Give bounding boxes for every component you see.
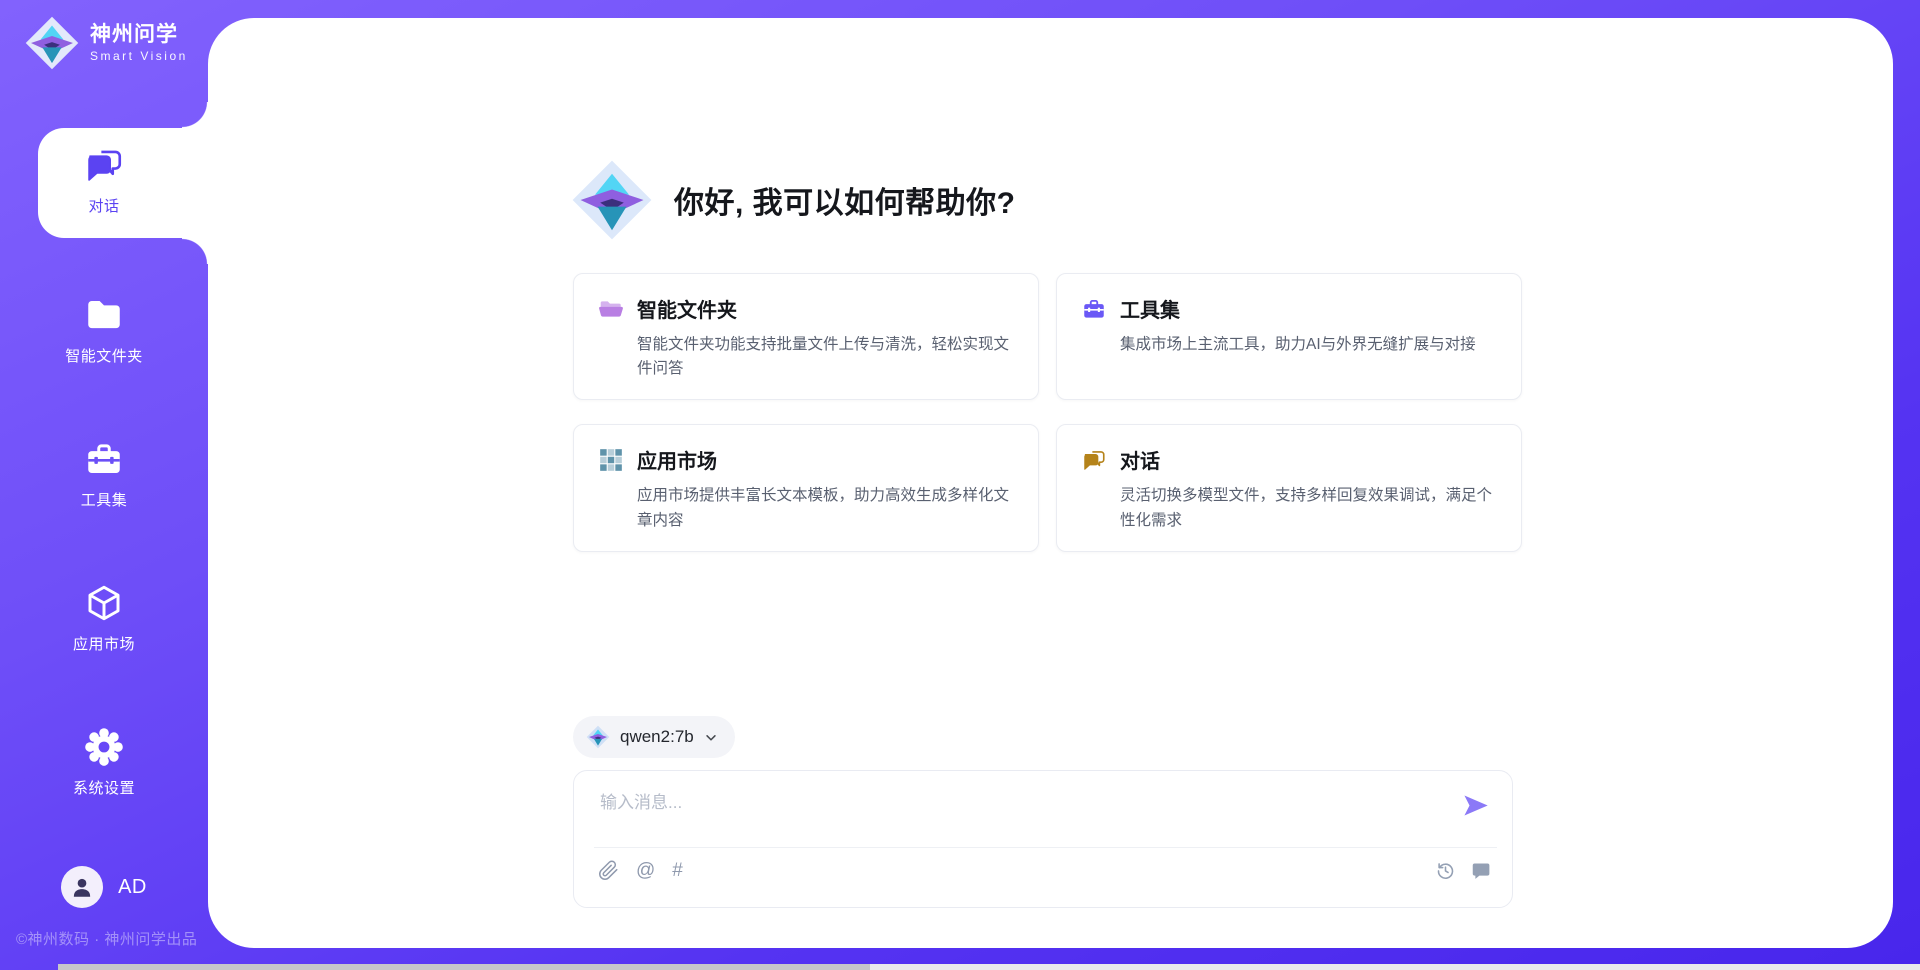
feature-card-smart-folder[interactable]: 智能文件夹 智能文件夹功能支持批量文件上传与清洗，轻松实现文件问答 [573,273,1039,400]
send-button[interactable] [1460,790,1491,821]
card-title: 应用市场 [637,445,717,474]
card-title: 智能文件夹 [637,294,737,323]
sidebar-item-smart-folder[interactable]: 智能文件夹 [0,294,208,366]
card-title: 工具集 [1120,294,1180,323]
sidebar-item-label: 系统设置 [73,777,135,798]
composer-divider [594,847,1497,848]
brand-diamond-icon [24,15,80,71]
toolbox-icon [83,438,125,480]
card-description: 灵活切换多模型文件，支持多样回复效果调试，满足个性化需求 [1120,484,1497,532]
chevron-down-icon [704,731,718,745]
brand-name: 神州问学 [90,23,188,47]
chat-icon [83,144,125,186]
sidebar-item-label: 对话 [88,195,119,216]
sidebar-item-chat[interactable]: 对话 [0,144,208,216]
grid-cube-icon [598,447,624,473]
feature-cards: 智能文件夹 智能文件夹功能支持批量文件上传与清洗，轻松实现文件问答 工具集 集成… [573,273,1522,552]
sidebar: 神州问学 Smart Vision 对话 智能文件夹 [0,0,208,970]
brand: 神州问学 Smart Vision [24,15,188,71]
avatar [61,866,103,908]
sidebar-item-settings[interactable]: 系统设置 [0,726,208,798]
active-tab-fillet-bottom [182,238,208,264]
feature-card-app-market[interactable]: 应用市场 应用市场提供丰富长文本模板，助力高效生成多样化文章内容 [573,424,1039,551]
app-window: 神州问学 Smart Vision 对话 智能文件夹 [0,0,1920,970]
folder-open-icon [598,296,624,322]
card-description: 智能文件夹功能支持批量文件上传与清洗，轻松实现文件问答 [637,333,1014,381]
brand-diamond-icon [586,725,610,749]
at-icon[interactable]: @ [636,860,655,881]
sidebar-item-toolset[interactable]: 工具集 [0,438,208,510]
chat-icon [1081,447,1107,473]
person-icon [69,874,95,900]
greeting-diamond-icon [570,158,654,242]
gear-icon [83,726,125,768]
chat-bubble-icon[interactable] [1471,860,1492,881]
horizontal-scrollbar-thumb[interactable] [58,964,870,970]
history-icon[interactable] [1435,860,1456,881]
toolbox-icon [1081,296,1107,322]
feature-card-chat[interactable]: 对话 灵活切换多模型文件，支持多样回复效果调试，满足个性化需求 [1056,424,1522,551]
sidebar-item-app-market[interactable]: 应用市场 [0,582,208,654]
card-description: 应用市场提供丰富长文本模板，助力高效生成多样化文章内容 [637,484,1014,532]
paperclip-icon[interactable] [598,860,619,881]
active-tab-fillet-top [182,102,208,128]
cube-icon [83,582,125,624]
footer-credit: ©神州数码 · 神州问学出品 [16,928,197,949]
model-selector[interactable]: qwen2:7b [573,716,735,758]
model-selector-value: qwen2:7b [620,727,694,747]
card-title: 对话 [1120,445,1160,474]
horizontal-scrollbar[interactable] [58,964,1920,970]
send-icon [1460,790,1491,821]
sidebar-item-label: 应用市场 [73,633,135,654]
page-title: 你好, 我可以如何帮助你? [674,178,1016,222]
message-input[interactable] [598,786,1428,840]
folder-icon [83,294,125,336]
sidebar-item-label: 工具集 [81,489,128,510]
brand-subtitle: Smart Vision [90,49,188,63]
hash-icon[interactable]: # [672,860,683,881]
message-composer: @ # [573,770,1513,908]
sidebar-item-label: 智能文件夹 [65,345,143,366]
user-account[interactable]: AD [0,866,208,908]
greeting: 你好, 我可以如何帮助你? [570,158,1016,242]
card-description: 集成市场上主流工具，助力AI与外界无缝扩展与对接 [1120,333,1497,357]
user-initials: AD [118,876,147,899]
feature-card-toolset[interactable]: 工具集 集成市场上主流工具，助力AI与外界无缝扩展与对接 [1056,273,1522,400]
